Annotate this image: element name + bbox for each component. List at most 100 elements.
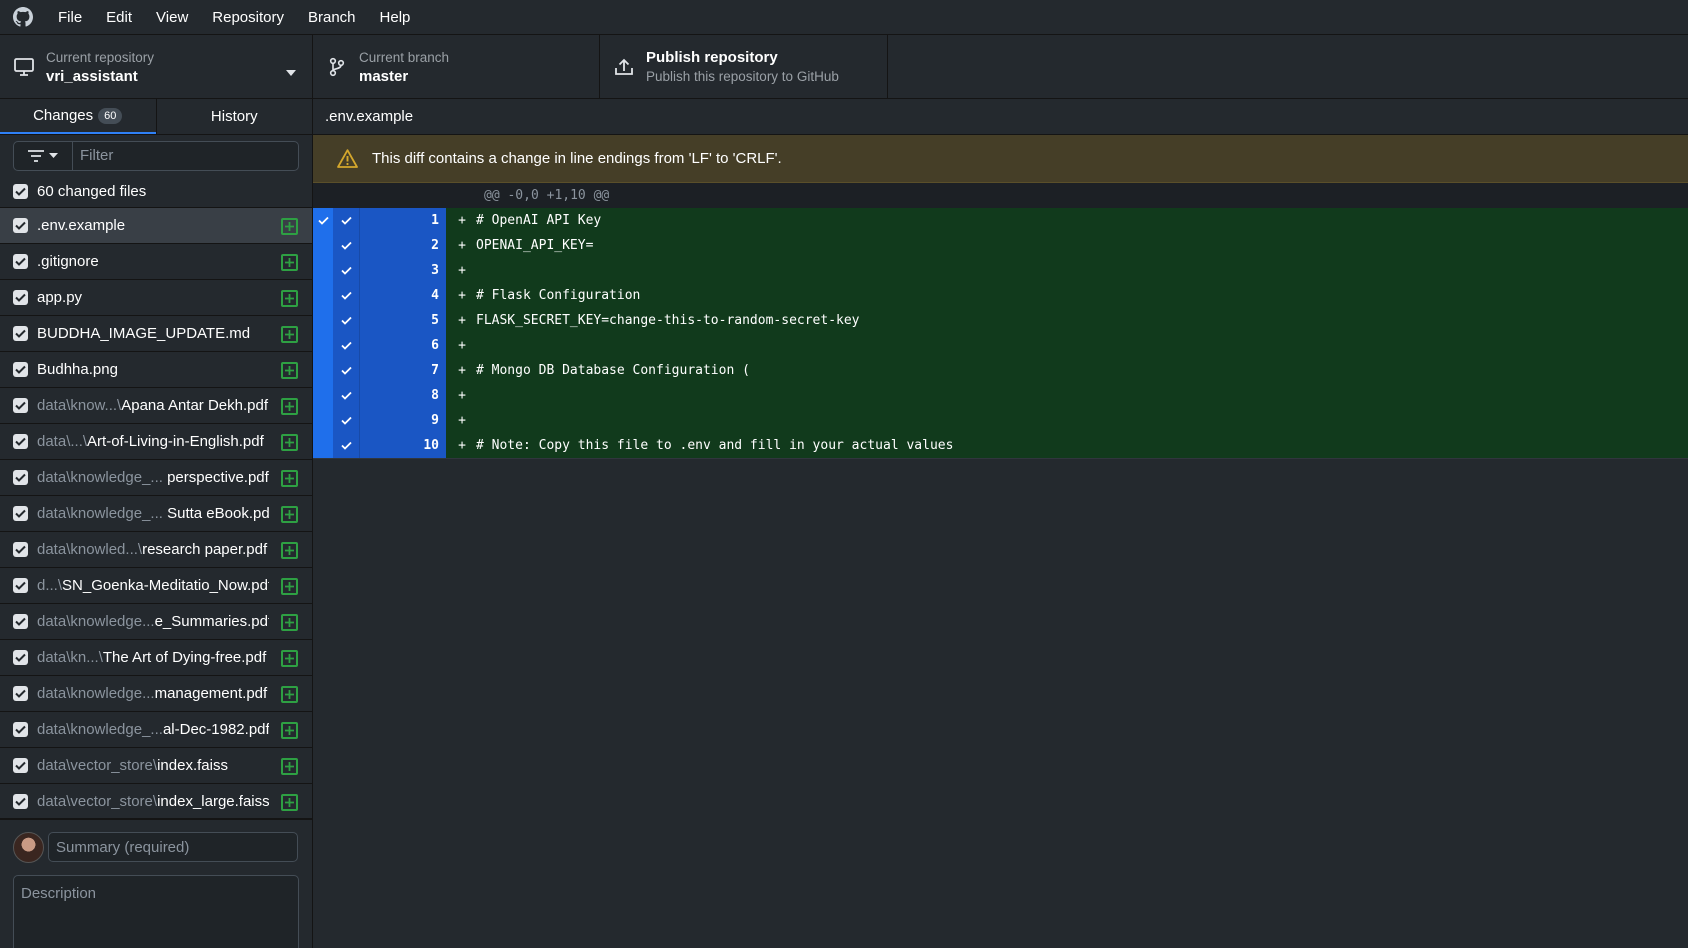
filter-input[interactable]	[73, 141, 298, 170]
file-dir: data\vector_store\	[37, 793, 158, 810]
filter-options-button[interactable]	[14, 141, 73, 170]
file-added-icon	[281, 758, 298, 775]
file-row[interactable]: data\knowledge_... perspective.pdf	[0, 460, 312, 496]
filter-box	[13, 140, 299, 171]
github-icon[interactable]	[0, 0, 46, 35]
diff-line[interactable]: 5 + FLASK_SECRET_KEY=change-this-to-random…	[313, 308, 1688, 333]
line-select-gutter[interactable]	[313, 258, 333, 283]
line-include-toggle[interactable]	[333, 233, 359, 258]
file-row[interactable]: data\knowledge...management.pdf	[0, 676, 312, 712]
file-checkbox[interactable]	[13, 614, 28, 629]
file-path: data\knowledge_... Sutta eBook.pdf	[37, 505, 269, 522]
file-checkbox[interactable]	[13, 722, 28, 737]
diff-line[interactable]: 6 +	[313, 333, 1688, 358]
file-checkbox[interactable]	[13, 578, 28, 593]
summary-input[interactable]	[48, 832, 298, 862]
line-select-gutter[interactable]	[313, 433, 333, 458]
diff-line[interactable]: 7 + # Mongo DB Database Configuration (	[313, 358, 1688, 383]
line-include-toggle[interactable]	[333, 358, 359, 383]
file-row[interactable]: app.py	[0, 280, 312, 316]
file-checkbox[interactable]	[13, 686, 28, 701]
file-dir: data\...\	[37, 433, 88, 450]
file-row[interactable]: data\knowled...\research paper.pdf	[0, 532, 312, 568]
line-select-gutter[interactable]	[313, 233, 333, 258]
file-checkbox[interactable]	[13, 398, 28, 413]
select-all-checkbox[interactable]	[13, 184, 28, 199]
line-number: 2	[359, 233, 446, 258]
file-row[interactable]: data\vector_store\index.faiss	[0, 748, 312, 784]
diff-line[interactable]: 2 + OPENAI_API_KEY=	[313, 233, 1688, 258]
current-branch-button[interactable]: Current branch master	[313, 35, 600, 99]
diff-line[interactable]: 8 +	[313, 383, 1688, 408]
file-checkbox[interactable]	[13, 434, 28, 449]
menu-file[interactable]: File	[46, 0, 94, 35]
file-checkbox[interactable]	[13, 542, 28, 557]
file-row[interactable]: BUDDHA_IMAGE_UPDATE.md	[0, 316, 312, 352]
file-checkbox[interactable]	[13, 506, 28, 521]
added-marker: +	[458, 263, 466, 278]
line-include-toggle[interactable]	[333, 408, 359, 433]
file-row[interactable]: data\kn...\The Art of Dying-free.pdf	[0, 640, 312, 676]
menu-view[interactable]: View	[144, 0, 200, 35]
added-marker: +	[458, 413, 466, 428]
file-path: data\...\Art-of-Living-in-English.pdf	[37, 433, 269, 450]
filter-icon	[28, 149, 44, 162]
file-checkbox[interactable]	[13, 470, 28, 485]
select-all-row[interactable]: 60 changed files	[0, 176, 312, 208]
file-row[interactable]: data\knowledge...e_Summaries.pdf	[0, 604, 312, 640]
file-checkbox[interactable]	[13, 758, 28, 773]
current-repository-button[interactable]: Current repository vri_assistant	[0, 35, 313, 99]
file-checkbox[interactable]	[13, 362, 28, 377]
check-icon	[15, 187, 26, 196]
file-dir: data\kn...\	[37, 649, 103, 666]
line-select-gutter[interactable]	[313, 408, 333, 433]
menu-branch[interactable]: Branch	[296, 0, 368, 35]
file-checkbox[interactable]	[13, 254, 28, 269]
file-row[interactable]: data\vector_store\index_large.faiss	[0, 784, 312, 820]
diff-line[interactable]: 10 + # Note: Copy this file to .env and fi…	[313, 433, 1688, 458]
file-row[interactable]: Budhha.png	[0, 352, 312, 388]
line-code: # Mongo DB Database Configuration (	[476, 363, 750, 378]
file-base-name: index.faiss	[157, 757, 228, 774]
menu-edit[interactable]: Edit	[94, 0, 144, 35]
diff-line[interactable]: 4 + # Flask Configuration	[313, 283, 1688, 308]
line-include-toggle[interactable]	[333, 333, 359, 358]
file-row[interactable]: data\know...\Apana Antar Dekh.pdf	[0, 388, 312, 424]
line-include-toggle[interactable]	[333, 283, 359, 308]
diff-line[interactable]: 1 + # OpenAI API Key	[313, 208, 1688, 233]
menu-repository[interactable]: Repository	[200, 0, 296, 35]
line-select-gutter[interactable]	[313, 308, 333, 333]
line-select-gutter[interactable]	[313, 333, 333, 358]
line-select-gutter[interactable]	[313, 208, 333, 233]
line-select-gutter[interactable]	[313, 383, 333, 408]
file-row[interactable]: data\knowledge_...al-Dec-1982.pdf	[0, 712, 312, 748]
file-row[interactable]: data\knowledge_... Sutta eBook.pdf	[0, 496, 312, 532]
line-select-gutter[interactable]	[313, 358, 333, 383]
file-row[interactable]: .env.example	[0, 208, 312, 244]
file-row[interactable]: d...\SN_Goenka-Meditatio_Now.pdf	[0, 568, 312, 604]
tab-changes-label: Changes	[33, 107, 94, 124]
line-include-toggle[interactable]	[333, 258, 359, 283]
file-checkbox[interactable]	[13, 794, 28, 809]
diff-line[interactable]: 9 +	[313, 408, 1688, 433]
description-input[interactable]	[13, 875, 299, 948]
diff-line[interactable]: 3 +	[313, 258, 1688, 283]
file-checkbox[interactable]	[13, 218, 28, 233]
line-include-toggle[interactable]	[333, 433, 359, 458]
menu-help[interactable]: Help	[368, 0, 423, 35]
file-checkbox[interactable]	[13, 650, 28, 665]
git-branch-icon	[326, 56, 348, 78]
file-base-name: al-Dec-1982.pdf	[162, 721, 269, 738]
line-include-toggle[interactable]	[333, 308, 359, 333]
file-checkbox[interactable]	[13, 326, 28, 341]
line-include-toggle[interactable]	[333, 383, 359, 408]
added-marker: +	[458, 438, 466, 453]
line-include-toggle[interactable]	[333, 208, 359, 233]
tab-history[interactable]: History	[155, 99, 313, 134]
publish-repository-button[interactable]: Publish repository Publish this reposito…	[600, 35, 888, 99]
file-row[interactable]: .gitignore	[0, 244, 312, 280]
file-row[interactable]: data\...\Art-of-Living-in-English.pdf	[0, 424, 312, 460]
tab-changes[interactable]: Changes 60	[0, 99, 156, 134]
line-select-gutter[interactable]	[313, 283, 333, 308]
file-checkbox[interactable]	[13, 290, 28, 305]
